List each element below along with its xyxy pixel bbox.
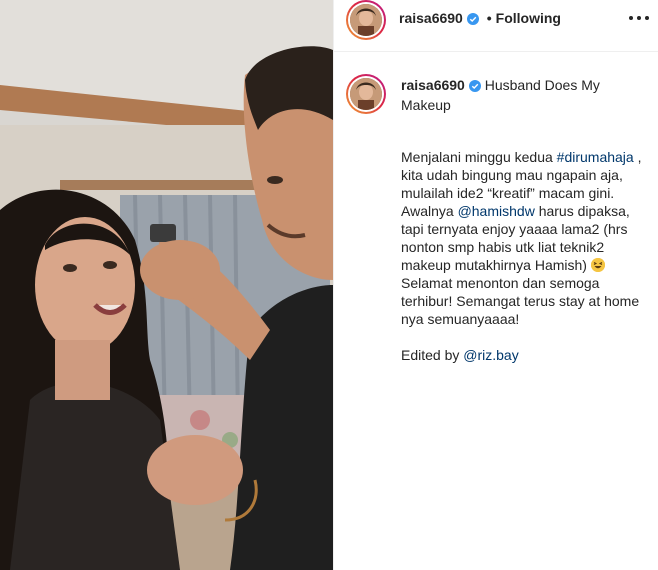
caption-part-4: Selamat menonton dan semoga terhibur! Se… [401,275,640,327]
post-panel: raisa6690 • Following raisa6690 Husband … [333,0,658,570]
mention-link-rizbay[interactable]: @riz.bay [463,347,518,363]
edited-by-line: Edited by @riz.bay [401,346,651,364]
header-username[interactable]: raisa6690 [399,10,463,26]
caption-text: raisa6690 Husband Does My Makeup Menjala… [401,76,651,364]
edited-by-prefix: Edited by [401,347,464,363]
avatar[interactable] [346,0,386,40]
mention-link-hamishdw[interactable]: @hamishdw [458,203,535,219]
hashtag-link[interactable]: #dirumahaja [557,149,634,165]
post-media[interactable] [0,0,333,570]
following-button[interactable]: Following [496,10,561,26]
post-header: raisa6690 • Following [334,0,658,52]
caption-profile-photo [350,78,382,110]
caption-verified-badge-icon [468,78,481,96]
caption-username[interactable]: raisa6690 [401,77,465,93]
grinning-squinting-face-icon [590,258,605,272]
post-video-frame [0,0,333,570]
separator-dot: • [486,10,492,26]
caption-body: Menjalani minggu kedua #dirumahaja , kit… [401,148,651,328]
profile-photo [350,4,382,36]
caption-part-1: Menjalani minggu kedua [401,149,557,165]
verified-badge-icon [466,12,479,28]
caption-avatar[interactable] [346,74,386,114]
more-options-icon[interactable] [629,10,649,26]
